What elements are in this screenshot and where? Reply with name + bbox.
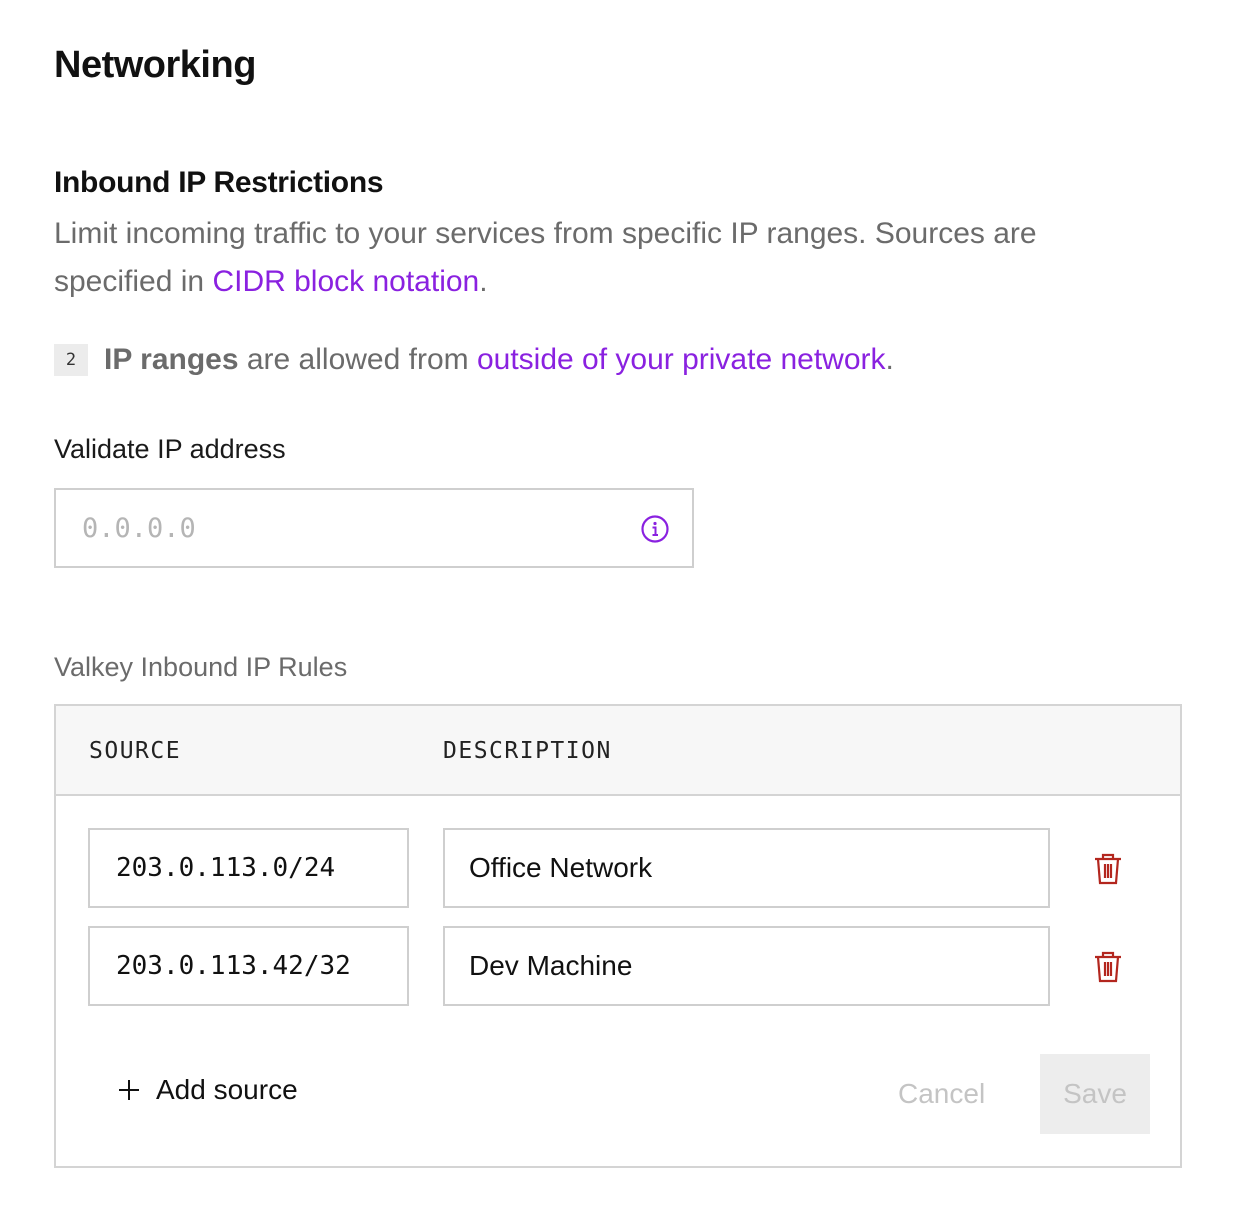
private-network-link[interactable]: outside of your private network bbox=[477, 338, 886, 382]
trash-icon[interactable] bbox=[1092, 950, 1124, 984]
page-title: Networking bbox=[54, 44, 256, 86]
rule-row: 203.0.113.0/24 Office Network bbox=[88, 828, 1148, 908]
column-header-description: DESCRIPTION bbox=[443, 738, 612, 764]
add-source-button[interactable]: Add source bbox=[118, 1074, 298, 1106]
info-icon[interactable] bbox=[640, 514, 670, 544]
plus-icon bbox=[119, 1080, 139, 1100]
description-text: Limit incoming traffic to your services … bbox=[54, 217, 1037, 298]
rule-row: 203.0.113.42/32 Dev Machine bbox=[88, 926, 1148, 1006]
rules-table: SOURCE DESCRIPTION 203.0.113.0/24 Office… bbox=[54, 704, 1182, 1168]
cancel-button[interactable]: Cancel bbox=[898, 1078, 985, 1110]
validate-ip-input[interactable] bbox=[56, 490, 692, 566]
source-input[interactable]: 203.0.113.0/24 bbox=[88, 828, 409, 908]
range-middle-text: are allowed from bbox=[238, 343, 477, 376]
cidr-notation-link[interactable]: CIDR block notation bbox=[212, 265, 479, 298]
range-strong-text: IP ranges bbox=[104, 343, 239, 376]
rules-label: Valkey Inbound IP Rules bbox=[54, 652, 348, 682]
range-count-badge: 2 bbox=[54, 344, 88, 376]
add-source-label: Add source bbox=[156, 1074, 298, 1105]
section-title: Inbound IP Restrictions bbox=[54, 166, 384, 199]
validate-ip-field bbox=[54, 488, 694, 568]
description-input[interactable]: Dev Machine bbox=[443, 926, 1050, 1006]
trash-icon[interactable] bbox=[1092, 852, 1124, 886]
section-description: Limit incoming traffic to your services … bbox=[54, 210, 1134, 306]
validate-ip-label: Validate IP address bbox=[54, 434, 286, 464]
range-end-text: . bbox=[885, 343, 894, 376]
description-end: . bbox=[479, 265, 488, 298]
column-header-source: SOURCE bbox=[89, 738, 182, 764]
rules-table-header: SOURCE DESCRIPTION bbox=[56, 706, 1180, 796]
ip-range-summary: 2 IP ranges are allowed from outside of … bbox=[54, 338, 894, 382]
description-input[interactable]: Office Network bbox=[443, 828, 1050, 908]
source-input[interactable]: 203.0.113.42/32 bbox=[88, 926, 409, 1006]
save-button[interactable]: Save bbox=[1040, 1054, 1150, 1134]
